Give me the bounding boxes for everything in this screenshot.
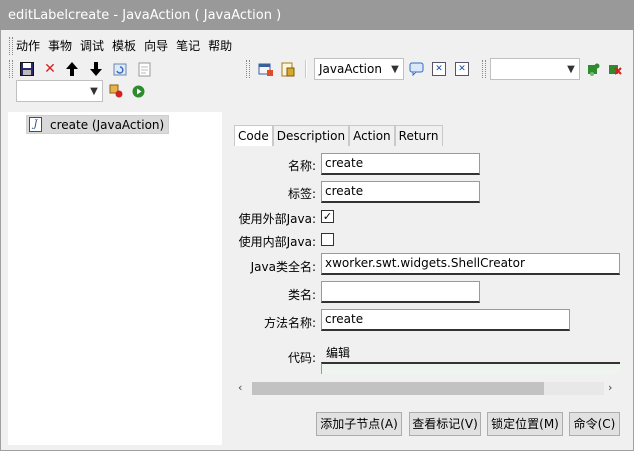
puzzle-remove-icon xyxy=(608,64,622,75)
java-class-field[interactable]: xworker.swt.widgets.ShellCreator xyxy=(321,253,620,275)
edit-class-button[interactable] xyxy=(406,59,426,79)
close-class-button[interactable]: ✕ xyxy=(429,59,449,79)
arrow-down-icon xyxy=(90,62,102,76)
code-edit-link[interactable]: 编辑 xyxy=(326,344,350,361)
save-icon xyxy=(20,62,34,76)
toolbar-separator xyxy=(305,60,307,78)
file-open-icon xyxy=(281,62,295,76)
left-combo[interactable]: ▼ xyxy=(16,80,103,102)
use-external-java-label: 使用外部Java: xyxy=(238,212,316,226)
chevron-down-icon[interactable]: ▼ xyxy=(86,86,102,97)
close-x-icon: ✕ xyxy=(432,62,446,76)
toolbar-grip[interactable] xyxy=(9,60,13,78)
remove-class-button[interactable]: ✕ xyxy=(452,59,472,79)
tab-return[interactable]: Return xyxy=(394,125,443,146)
refresh-button[interactable] xyxy=(110,59,130,79)
tree-item-label: create (JavaAction) xyxy=(50,117,165,132)
open-thing-button[interactable] xyxy=(256,59,276,79)
lock-position-button[interactable]: 锁定位置(M) xyxy=(487,412,563,436)
view-marks-button[interactable]: 查看标记(V) xyxy=(409,412,481,436)
thing-tree[interactable]: J create (JavaAction) xyxy=(8,112,222,445)
delete-icon: ✕ xyxy=(44,61,56,77)
code-label: 代码: xyxy=(287,351,316,365)
move-down-button[interactable] xyxy=(86,59,106,79)
class-combo[interactable]: JavaAction ▼ xyxy=(314,58,404,80)
document-button[interactable] xyxy=(134,59,154,79)
tab-action[interactable]: Action xyxy=(349,125,395,146)
use-internal-java-label: 使用内部Java: xyxy=(238,235,316,249)
remove-green-button[interactable] xyxy=(604,59,624,79)
class-combo-value: JavaAction xyxy=(319,62,382,76)
toolbar-grip-2[interactable] xyxy=(246,60,250,78)
menu-bar: 动作 事物 调试 模板 向导 笔记 帮助 xyxy=(12,36,236,56)
play-icon xyxy=(132,85,144,97)
delete-button[interactable]: ✕ xyxy=(40,59,60,79)
remove-x-icon: ✕ xyxy=(455,62,469,76)
name-label: 名称: xyxy=(287,159,316,173)
class-name-field[interactable] xyxy=(321,281,480,303)
scroll-left-icon[interactable]: ‹ xyxy=(238,381,242,394)
debug-icon xyxy=(109,84,123,98)
tab-code[interactable]: Code xyxy=(234,125,273,146)
chat-icon xyxy=(409,62,423,76)
menu-template[interactable]: 模板 xyxy=(108,36,140,56)
class-name-label: 类名: xyxy=(287,288,316,302)
run-button[interactable] xyxy=(128,81,148,101)
move-up-button[interactable] xyxy=(62,59,82,79)
chevron-down-icon[interactable]: ▼ xyxy=(387,64,403,75)
save-button[interactable] xyxy=(17,59,37,79)
command-button[interactable]: 命令(C) xyxy=(569,412,620,436)
right-combo[interactable]: ▼ xyxy=(490,58,580,80)
title-bar: editLabelcreate - JavaAction ( JavaActio… xyxy=(0,0,634,30)
use-internal-java-checkbox[interactable] xyxy=(321,233,334,246)
use-external-java-checkbox[interactable]: ✓ xyxy=(321,210,334,223)
add-green-button[interactable] xyxy=(583,59,603,79)
tab-description[interactable]: Description xyxy=(272,125,350,146)
chevron-down-icon[interactable]: ▼ xyxy=(563,64,579,75)
name-field[interactable]: create xyxy=(321,153,480,175)
document-icon xyxy=(138,62,150,76)
menu-wizard[interactable]: 向导 xyxy=(140,36,172,56)
horizontal-scrollbar[interactable]: ‹ › xyxy=(236,380,620,397)
menu-help[interactable]: 帮助 xyxy=(204,36,236,56)
label-field[interactable]: create xyxy=(321,181,480,203)
method-label: 方法名称: xyxy=(263,316,316,330)
method-field[interactable]: create xyxy=(321,309,570,331)
scroll-right-icon[interactable]: › xyxy=(608,381,612,394)
toolbar-grip-3[interactable] xyxy=(482,60,486,78)
menu-debug[interactable]: 调试 xyxy=(76,36,108,56)
window-title: editLabelcreate - JavaAction ( JavaActio… xyxy=(8,8,282,23)
puzzle-add-icon xyxy=(587,63,599,76)
code-editor[interactable] xyxy=(321,362,620,374)
label-label: 标签: xyxy=(287,187,316,201)
menu-action[interactable]: 动作 xyxy=(12,36,44,56)
java-class-label: Java类全名: xyxy=(250,260,316,274)
tree-item-create[interactable]: J create (JavaAction) xyxy=(26,115,170,134)
window-link-icon xyxy=(258,63,273,76)
scroll-thumb[interactable] xyxy=(252,382,544,395)
add-child-node-button[interactable]: 添加子节点(A) xyxy=(316,412,402,436)
refresh-icon xyxy=(113,63,126,75)
menu-thing[interactable]: 事物 xyxy=(44,36,76,56)
open-file-button[interactable] xyxy=(278,59,298,79)
tab-bar: Code Description Action Return xyxy=(234,125,443,146)
debug-button[interactable] xyxy=(106,81,126,101)
menu-notes[interactable]: 笔记 xyxy=(172,36,204,56)
arrow-up-icon xyxy=(66,62,78,76)
java-file-icon: J xyxy=(29,117,42,132)
